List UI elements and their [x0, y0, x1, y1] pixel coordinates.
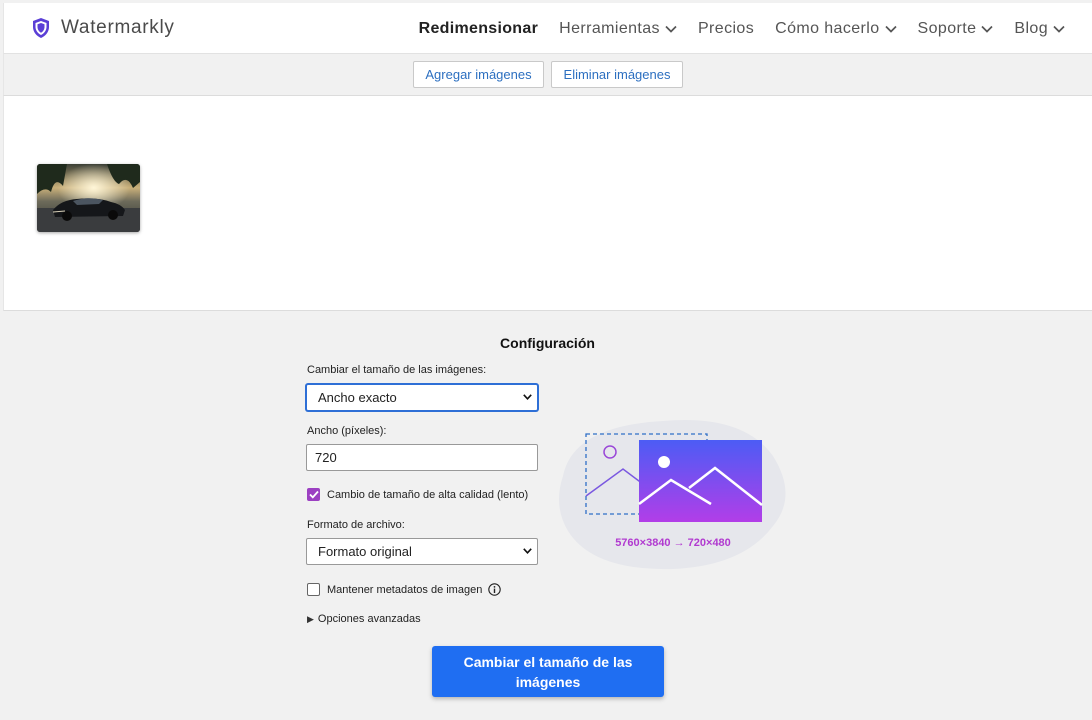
image-thumbnail[interactable]: [37, 164, 140, 232]
info-icon[interactable]: [488, 583, 502, 596]
nav-item-tools[interactable]: Herramientas: [559, 20, 677, 38]
nav-label: Blog: [1014, 19, 1048, 37]
hq-resize-label: Cambio de tamaño de alta calidad (lento): [327, 488, 529, 501]
nav-item-blog[interactable]: Blog: [1014, 20, 1065, 38]
car-photo-icon: [37, 164, 140, 232]
format-label: Formato de archivo:: [307, 519, 405, 531]
resize-mode-label: Cambiar el tamaño de las imágenes:: [307, 364, 487, 376]
dimensions-text: 5760×3840 → 720×480: [615, 537, 731, 549]
nav-item-pricing[interactable]: Precios: [698, 20, 754, 38]
settings-title: Configuración: [500, 335, 595, 351]
top-header: Watermarkly Redimensionar Herramientas P…: [3, 3, 1092, 54]
add-images-button[interactable]: Agregar imágenes: [413, 61, 544, 88]
nav-item-resize[interactable]: Redimensionar: [419, 20, 539, 38]
chevron-down-icon: [665, 25, 677, 33]
nav-item-support[interactable]: Soporte: [918, 20, 994, 38]
image-toolbar: Agregar imágenes Eliminar imágenes: [3, 54, 1092, 96]
nav-label: Precios: [697, 19, 755, 37]
chevron-down-icon: [981, 25, 993, 33]
width-label: Ancho (píxeles):: [307, 425, 387, 437]
brand-logo[interactable]: Watermarkly: [31, 17, 175, 39]
width-value: 720: [315, 450, 337, 465]
chevron-down-icon: [1053, 25, 1065, 33]
nav-label: Soporte: [917, 19, 977, 37]
hq-resize-row: Cambio de tamaño de alta calidad (lento): [307, 488, 528, 501]
chevron-down-icon: [884, 25, 897, 33]
advanced-options-toggle[interactable]: ▶ Opciones avanzadas: [307, 613, 421, 625]
remove-images-button[interactable]: Eliminar imágenes: [551, 61, 683, 88]
hq-resize-checkbox[interactable]: [307, 488, 320, 501]
settings-panel: Configuración Cambiar el tamaño de las i…: [0, 311, 1092, 720]
nav-label: Cómo hacerlo: [775, 19, 880, 37]
image-drop-area[interactable]: [3, 96, 1092, 311]
triangle-right-icon: ▶: [307, 613, 314, 624]
metadata-checkbox[interactable]: [307, 583, 320, 596]
chevron-down-icon: [523, 548, 532, 554]
format-value: Formato original: [318, 544, 412, 559]
format-select[interactable]: Formato original: [306, 538, 538, 565]
resize-mode-select[interactable]: Ancho exacto: [306, 384, 538, 411]
shield-icon: [33, 18, 49, 38]
resize-images-button[interactable]: Cambiar el tamaño de las imágenes: [432, 646, 664, 697]
width-input[interactable]: 720: [306, 444, 538, 471]
metadata-label: Mantener metadatos de imagen: [327, 583, 483, 596]
chevron-down-icon: [523, 394, 532, 400]
main-nav: Redimensionar Herramientas Precios Cómo …: [398, 3, 1092, 54]
nav-label: Redimensionar: [418, 19, 539, 37]
metadata-row: Mantener metadatos de imagen: [307, 583, 502, 596]
nav-label: Herramientas: [559, 19, 660, 37]
brand-name: Watermarkly: [61, 17, 175, 38]
nav-item-howto[interactable]: Cómo hacerlo: [775, 19, 897, 38]
advanced-options-label: Opciones avanzadas: [317, 613, 421, 625]
resize-mode-value: Ancho exacto: [318, 390, 397, 405]
checkmark-icon: [308, 490, 319, 499]
